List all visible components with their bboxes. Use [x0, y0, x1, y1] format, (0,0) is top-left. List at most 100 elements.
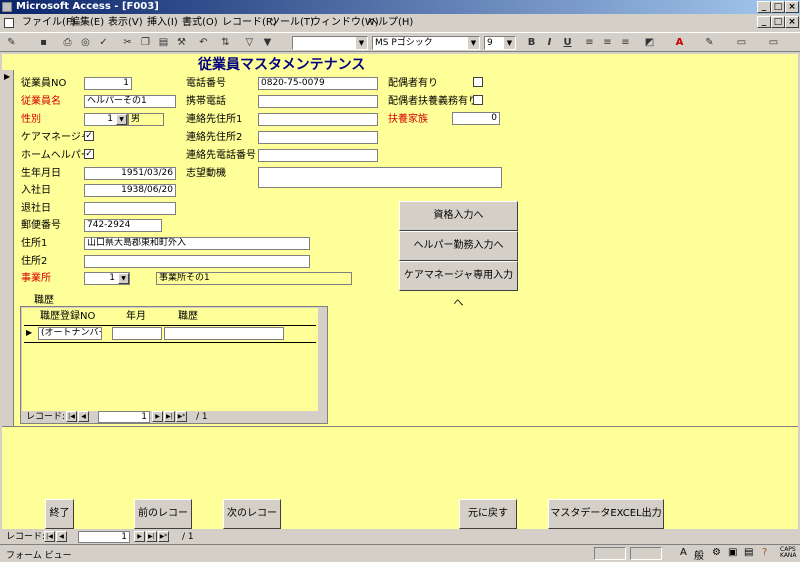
ime-mode-icon[interactable]: 般	[694, 547, 704, 562]
close-icon[interactable]: ×	[785, 1, 799, 13]
history-nav-current[interactable]: 1	[98, 411, 150, 423]
postal-field[interactable]: 742-2924	[84, 219, 162, 232]
doc-restore-icon[interactable]: □	[771, 16, 785, 28]
form-icon[interactable]	[4, 18, 14, 28]
spouse-support-checkbox[interactable]	[473, 95, 483, 105]
contact-addr1-field[interactable]	[258, 113, 378, 126]
birth-date-field[interactable]: 1951/03/26	[84, 167, 176, 180]
copy-icon[interactable]: ❐	[138, 36, 153, 50]
menu-tools[interactable]: ツール(T)	[270, 16, 314, 30]
record-nav-first-icon[interactable]: |◀	[44, 531, 55, 542]
app-icon[interactable]	[2, 2, 12, 12]
history-nav-first-icon[interactable]: |◀	[66, 411, 77, 422]
record-selector[interactable]: ▶	[2, 70, 14, 426]
leave-date-field[interactable]	[84, 202, 176, 215]
phone-field[interactable]: 0820-75-0079	[258, 77, 378, 90]
menu-file[interactable]: ファイル(F)	[22, 16, 76, 30]
ime-icon[interactable]: A	[680, 547, 687, 558]
record-nav-last-icon[interactable]: ▶|	[146, 531, 157, 542]
italic-icon[interactable]: I	[542, 36, 557, 50]
record-nav-next-icon[interactable]: ▶	[134, 531, 145, 542]
home-helper-checkbox[interactable]: ✓	[84, 149, 94, 159]
minimize-icon[interactable]: _	[757, 1, 771, 13]
doc-close-icon[interactable]: ×	[785, 16, 799, 28]
prev-record-button[interactable]: 前のレコード	[134, 499, 192, 547]
menu-edit[interactable]: 編集(E)	[70, 16, 104, 30]
qualification-button[interactable]: 資格入力へ	[399, 201, 518, 231]
align-left-icon[interactable]: ≡	[582, 36, 597, 50]
contact-phone-field[interactable]	[258, 149, 378, 162]
care-manager-label: ケアマネージャ	[21, 132, 91, 143]
care-manager-button[interactable]: ケアマネージャ専用入力へ	[399, 261, 518, 309]
menu-help[interactable]: ヘルプ(H)	[368, 16, 413, 30]
gender-dropdown-icon[interactable]: ▼	[116, 114, 127, 125]
history-nav-total: / 1	[196, 412, 208, 422]
object-combo[interactable]: ▼	[292, 36, 368, 50]
address2-field[interactable]	[84, 255, 310, 268]
ime-pad-icon[interactable]: ▣	[728, 547, 737, 558]
undo-button[interactable]: 元に戻す	[459, 499, 517, 529]
office-dropdown-icon[interactable]: ▼	[118, 273, 129, 284]
align-right-icon[interactable]: ≡	[618, 36, 633, 50]
join-date-field[interactable]: 1938/06/20	[84, 184, 176, 197]
ime-help-icon[interactable]: ?	[762, 547, 767, 558]
menu-format[interactable]: 書式(O)	[182, 16, 218, 30]
align-center-icon[interactable]: ≡	[600, 36, 615, 50]
maximize-icon[interactable]: □	[771, 1, 785, 13]
cut-icon[interactable]: ✂	[120, 36, 135, 50]
helper-work-button[interactable]: ヘルパー勤務入力へ	[399, 231, 518, 261]
font-color-icon[interactable]: A	[672, 36, 687, 50]
sort-icon[interactable]: ⇅	[218, 36, 233, 50]
emp-name-field[interactable]: ヘルパーその1	[84, 95, 176, 108]
contact-addr2-label: 連絡先住所2	[186, 132, 243, 143]
line-width-icon[interactable]: ▭	[734, 36, 749, 50]
excel-export-button[interactable]: マスタデータEXCEL出力	[548, 499, 664, 529]
history-content-field[interactable]	[164, 327, 284, 340]
format-painter-icon[interactable]: ⚒	[174, 36, 189, 50]
address1-field[interactable]: 山口県大島郡東和町外入	[84, 237, 310, 250]
ime-settings-icon[interactable]: ⚙	[712, 547, 721, 558]
contact-addr2-field[interactable]	[258, 131, 378, 144]
spouse-checkbox[interactable]	[473, 77, 483, 87]
history-row-selector-icon[interactable]: ▶	[26, 328, 32, 337]
history-nav-prev-icon[interactable]: ◀	[78, 411, 89, 422]
record-nav-current[interactable]: 1	[78, 531, 130, 543]
menu-insert[interactable]: 挿入(I)	[147, 16, 178, 30]
line-color-icon[interactable]: ✎	[702, 36, 717, 50]
print-icon[interactable]: ⎙	[60, 36, 75, 50]
mobile-field[interactable]	[258, 95, 378, 108]
font-name-combo[interactable]: MS Pゴシック ▼	[372, 36, 480, 50]
care-manager-checkbox[interactable]: ✓	[84, 131, 94, 141]
ime-dict-icon[interactable]: ▤	[744, 547, 753, 558]
fill-color-icon[interactable]: ◩	[642, 36, 657, 50]
next-record-button[interactable]: 次のレコード	[223, 499, 281, 547]
doc-minimize-icon[interactable]: _	[757, 16, 771, 28]
end-button[interactable]: 終了	[45, 499, 74, 529]
dependents-field[interactable]: 0	[452, 112, 500, 125]
emp-no-field[interactable]: 1	[84, 77, 132, 90]
menu-records[interactable]: レコード(R)	[222, 16, 277, 30]
history-no-field[interactable]: (オートナンバー)	[38, 327, 102, 340]
preview-icon[interactable]: ◎	[78, 36, 93, 50]
save-icon[interactable]: ▪	[36, 36, 51, 50]
paste-icon[interactable]: ▤	[156, 36, 171, 50]
underline-icon[interactable]: U	[560, 36, 575, 50]
leave-date-label: 退社日	[21, 203, 51, 214]
special-effect-icon[interactable]: ▭	[766, 36, 781, 50]
view-icon[interactable]: ✎	[4, 36, 19, 50]
history-date-field[interactable]	[112, 327, 162, 340]
record-nav-prev-icon[interactable]: ◀	[56, 531, 67, 542]
motivation-field[interactable]	[258, 167, 502, 188]
history-nav-last-icon[interactable]: ▶|	[164, 411, 175, 422]
window-title: Microsoft Access - [F003]	[16, 1, 159, 12]
font-size-combo[interactable]: 9 ▼	[484, 36, 516, 50]
bold-icon[interactable]: B	[524, 36, 539, 50]
filter-icon[interactable]: ▼	[260, 36, 275, 50]
undo-icon[interactable]: ↶	[196, 36, 211, 50]
record-nav-new-icon[interactable]: ▶*	[158, 531, 169, 542]
filter-selection-icon[interactable]: ▽	[242, 36, 257, 50]
history-nav-new-icon[interactable]: ▶*	[176, 411, 187, 422]
history-nav-next-icon[interactable]: ▶	[152, 411, 163, 422]
spell-icon[interactable]: ✓	[96, 36, 111, 50]
menu-view[interactable]: 表示(V)	[108, 16, 143, 30]
